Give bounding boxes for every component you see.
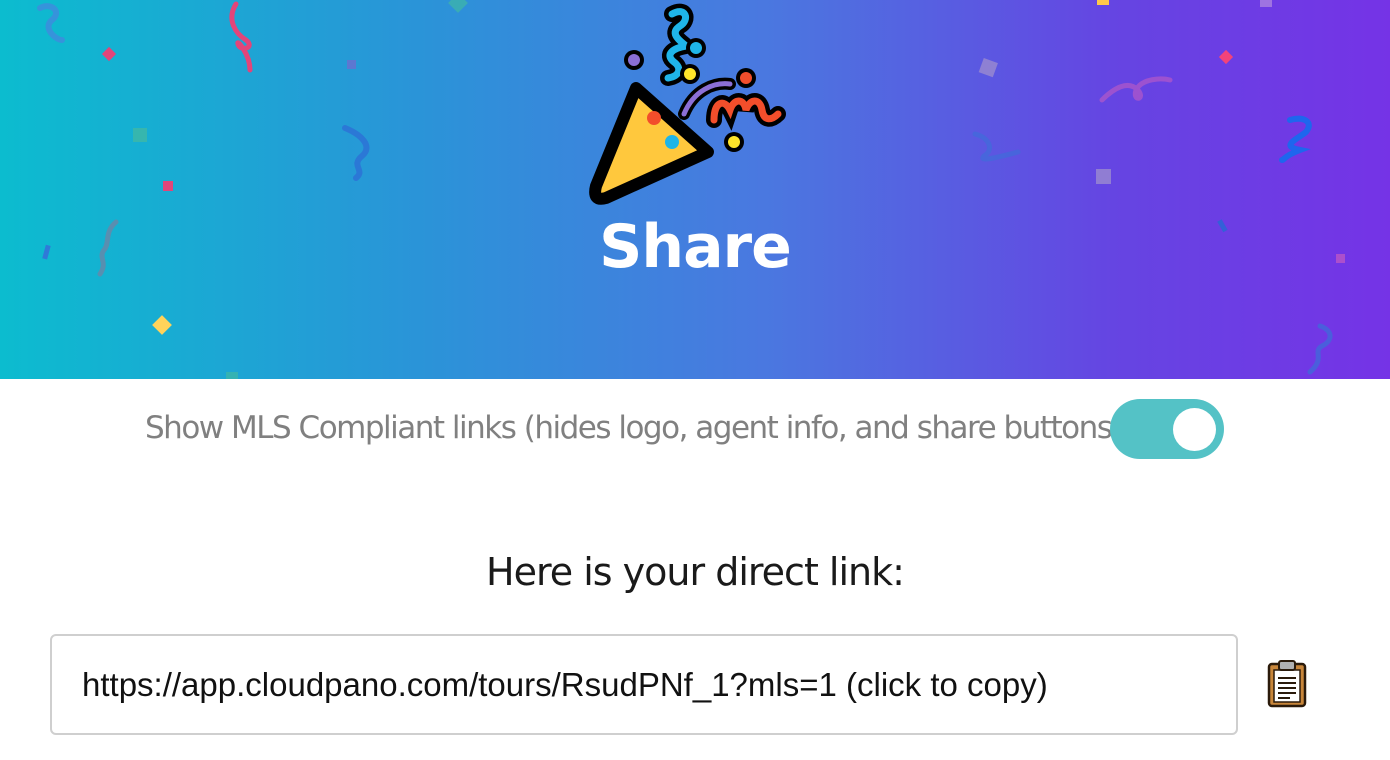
party-popper-icon: [589, 3, 786, 205]
copy-button[interactable]: [1266, 660, 1308, 708]
share-banner: Share: [0, 0, 1390, 379]
direct-link-text[interactable]: https://app.cloudpano.com/tours/RsudPNf_…: [82, 666, 1048, 704]
page-title: Share: [599, 212, 792, 282]
direct-link-field[interactable]: https://app.cloudpano.com/tours/RsudPNf_…: [50, 634, 1238, 735]
mls-toggle-label: Show MLS Compliant links (hides logo, ag…: [145, 410, 1124, 446]
toggle-knob: [1173, 408, 1216, 451]
clipboard-icon: [1267, 660, 1307, 708]
direct-link-heading: Here is your direct link:: [486, 550, 905, 594]
mls-toggle-switch[interactable]: [1110, 399, 1224, 459]
mls-option-row: Show MLS Compliant links (hides logo, ag…: [0, 398, 1390, 460]
